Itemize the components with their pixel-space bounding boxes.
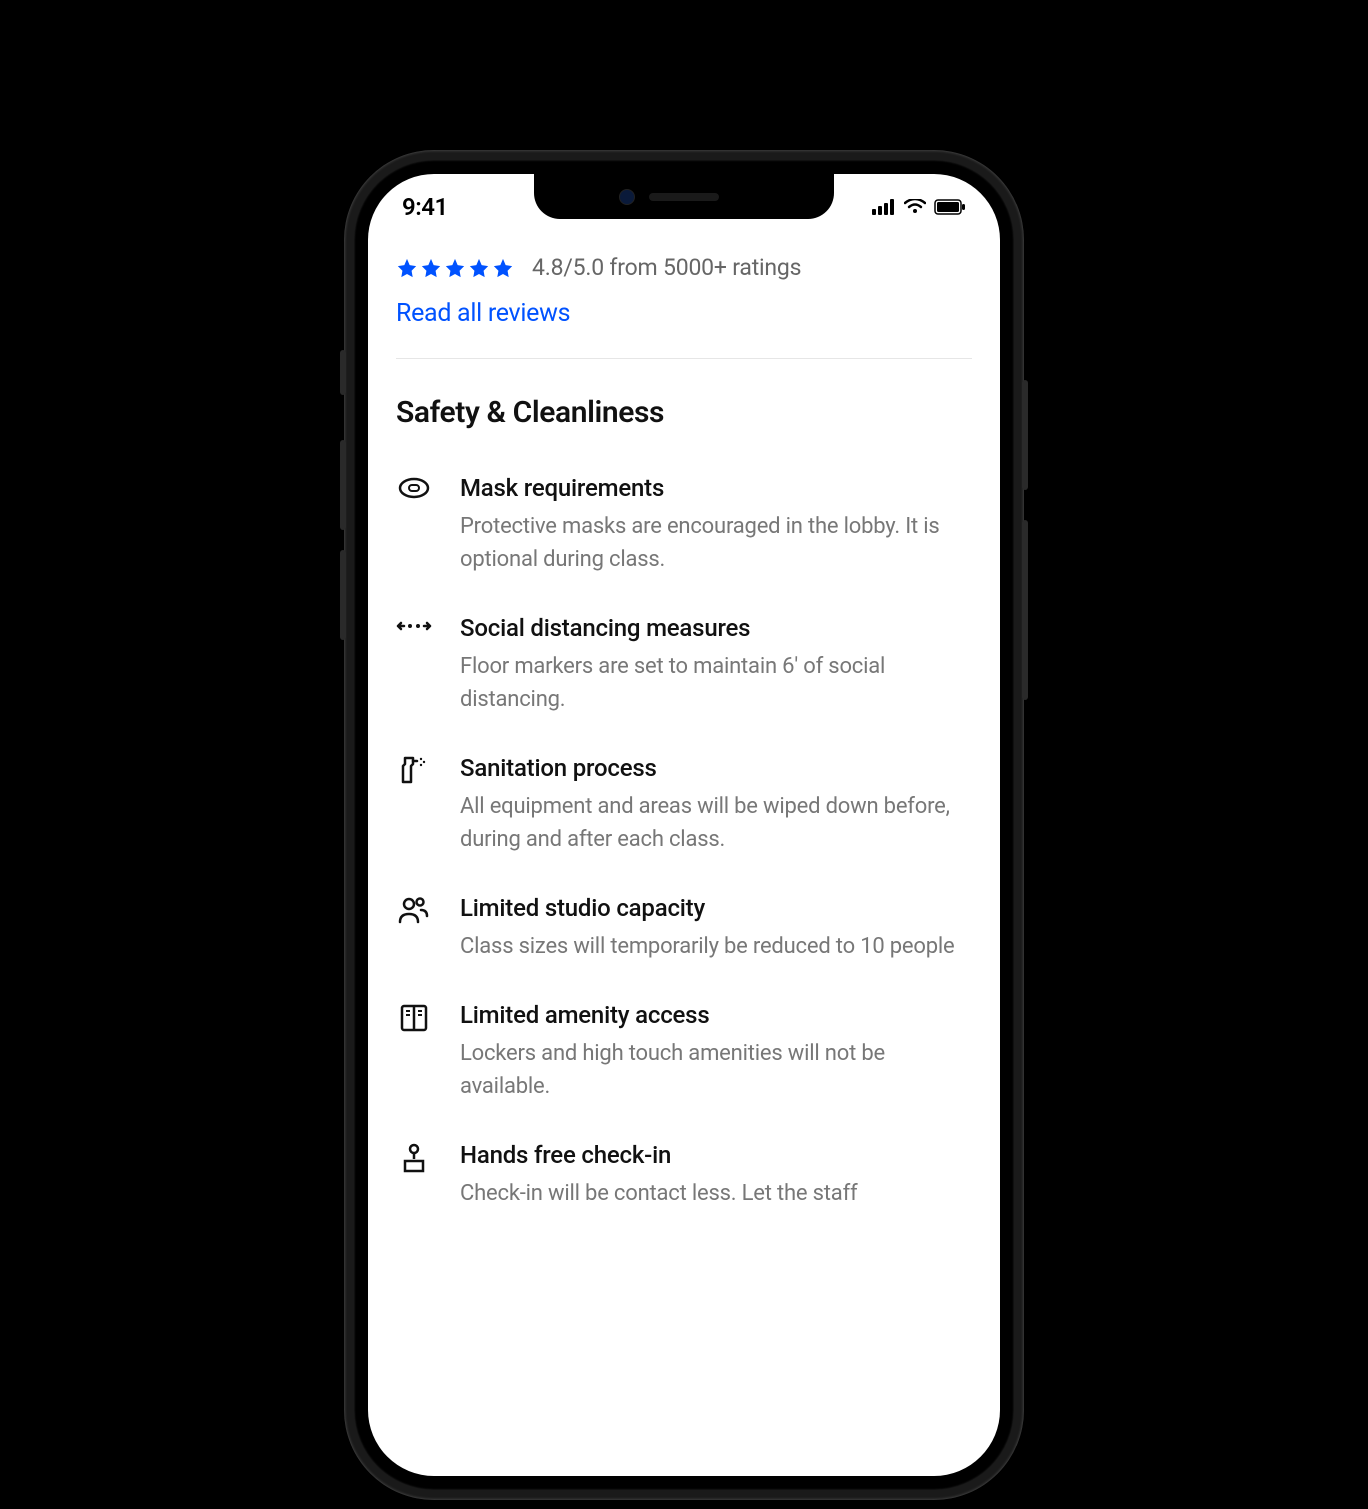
phone-frame: 9:41 bbox=[344, 150, 1024, 1500]
safety-item-desc: Check-in will be contact less. Let the s… bbox=[460, 1177, 972, 1210]
spray-bottle-icon bbox=[396, 754, 432, 856]
wifi-icon bbox=[904, 199, 926, 215]
safety-item-title: Hands free check-in bbox=[460, 1141, 972, 1169]
star-icon bbox=[492, 257, 514, 279]
safety-item-desc: Protective masks are encouraged in the l… bbox=[460, 510, 972, 576]
phone-notch bbox=[534, 174, 834, 219]
star-icon bbox=[444, 257, 466, 279]
safety-item-amenity: Limited amenity access Lockers and high … bbox=[396, 1001, 972, 1103]
screen[interactable]: 9:41 bbox=[368, 174, 1000, 1476]
status-time: 9:41 bbox=[402, 187, 448, 221]
safety-item-title: Limited amenity access bbox=[460, 1001, 972, 1029]
rating-row: 4.8/5.0 from 5000+ ratings bbox=[396, 254, 972, 281]
safety-item-mask: Mask requirements Protective masks are e… bbox=[396, 474, 972, 576]
status-icons bbox=[872, 193, 966, 215]
phone-mute-switch bbox=[340, 350, 346, 395]
phone-volume-down bbox=[340, 550, 346, 640]
section-title: Safety & Cleanliness bbox=[396, 395, 972, 430]
cellular-signal-icon bbox=[872, 199, 896, 215]
safety-item-desc: Floor markers are set to maintain 6' of … bbox=[460, 650, 972, 716]
safety-item-checkin: Hands free check-in Check-in will be con… bbox=[396, 1141, 972, 1210]
safety-item-capacity: Limited studio capacity Class sizes will… bbox=[396, 894, 972, 963]
star-icon bbox=[468, 257, 490, 279]
rating-stars bbox=[396, 257, 514, 279]
phone-power-button bbox=[1022, 520, 1028, 700]
safety-item-title: Social distancing measures bbox=[460, 614, 972, 642]
divider bbox=[396, 358, 972, 359]
locker-icon bbox=[396, 1001, 432, 1103]
star-icon bbox=[420, 257, 442, 279]
phone-side-button bbox=[1022, 380, 1028, 490]
star-icon bbox=[396, 257, 418, 279]
phone-volume-up bbox=[340, 440, 346, 530]
checkin-icon bbox=[396, 1141, 432, 1210]
safety-item-distancing: Social distancing measures Floor markers… bbox=[396, 614, 972, 716]
safety-item-sanitation: Sanitation process All equipment and are… bbox=[396, 754, 972, 856]
safety-item-title: Mask requirements bbox=[460, 474, 972, 502]
safety-item-desc: Class sizes will temporarily be reduced … bbox=[460, 930, 972, 963]
safety-item-title: Sanitation process bbox=[460, 754, 972, 782]
mask-icon bbox=[396, 474, 432, 576]
content-area[interactable]: 4.8/5.0 from 5000+ ratings Read all revi… bbox=[368, 174, 1000, 1210]
distancing-icon bbox=[396, 614, 432, 716]
rating-text: 4.8/5.0 from 5000+ ratings bbox=[532, 254, 801, 281]
safety-item-desc: All equipment and areas will be wiped do… bbox=[460, 790, 972, 856]
read-reviews-link[interactable]: Read all reviews bbox=[396, 299, 972, 328]
safety-item-title: Limited studio capacity bbox=[460, 894, 972, 922]
safety-item-desc: Lockers and high touch amenities will no… bbox=[460, 1037, 972, 1103]
battery-icon bbox=[934, 199, 966, 215]
people-icon bbox=[396, 894, 432, 963]
front-camera-icon bbox=[619, 189, 635, 205]
speaker-grille-icon bbox=[649, 193, 719, 201]
